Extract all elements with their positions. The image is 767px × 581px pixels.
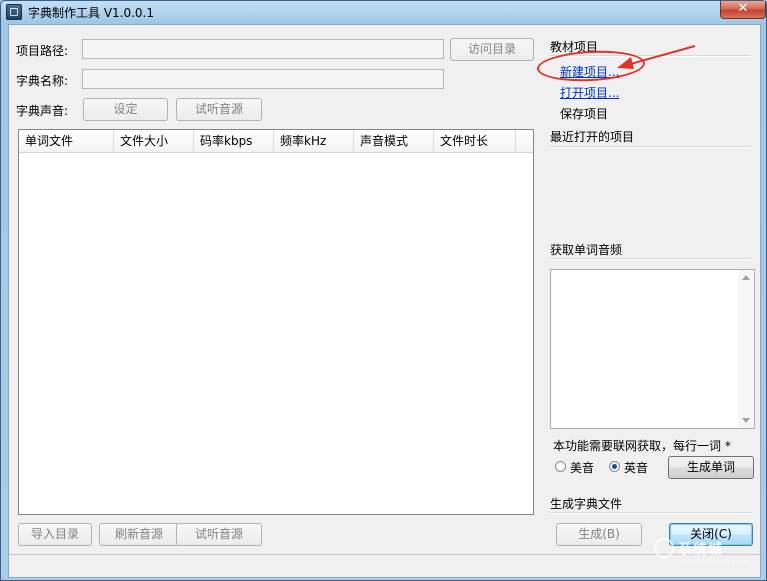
radio-uk[interactable] — [609, 461, 620, 472]
column-word-file[interactable]: 单词文件 — [19, 130, 114, 152]
app-window: 字典制作工具 V1.0.0.1 ✕ 项目路径: 访问目录 字典名称: 字典声音:… — [0, 0, 767, 581]
divider — [550, 512, 751, 514]
client-area: 项目路径: 访问目录 字典名称: 字典声音: 设定 试听音源 单词文件 文件大小… — [8, 24, 761, 555]
column-duration[interactable]: 文件时长 — [434, 130, 516, 152]
title-bar[interactable]: 字典制作工具 V1.0.0.1 ✕ — [1, 1, 766, 23]
watermark-sub: xitongcheng.com — [680, 557, 750, 566]
preview-source-button[interactable]: 试听音源 — [176, 523, 262, 546]
project-path-input[interactable] — [82, 39, 444, 59]
watermark-logo-icon — [654, 538, 674, 558]
dict-sound-label: 字典声音: — [16, 104, 69, 118]
import-dir-button[interactable]: 导入目录 — [18, 523, 92, 546]
word-list-textarea[interactable] — [550, 269, 755, 429]
column-file-size[interactable]: 文件大小 — [114, 130, 194, 152]
fetch-section-title: 获取单词音频 — [550, 243, 623, 257]
scroll-up-icon[interactable] — [742, 275, 750, 280]
scroll-down-icon[interactable] — [742, 418, 750, 423]
column-sound-mode[interactable]: 声音模式 — [354, 130, 434, 152]
column-frequency[interactable]: 频率kHz — [274, 130, 354, 152]
visit-dir-button[interactable]: 访问目录 — [450, 38, 534, 61]
dict-name-input[interactable] — [82, 69, 444, 89]
divider — [550, 146, 751, 148]
dict-name-label: 字典名称: — [16, 74, 69, 88]
recent-section-title: 最近打开的项目 — [550, 130, 635, 144]
gen-dict-section-title: 生成字典文件 — [550, 497, 623, 511]
setup-button[interactable]: 设定 — [83, 98, 168, 121]
network-note: 本功能需要联网获取，每行一词 * — [553, 439, 731, 453]
preview-sound-button[interactable]: 试听音源 — [176, 98, 262, 121]
generate-words-button[interactable]: 生成单词 — [668, 456, 754, 479]
close-icon: ✕ — [737, 1, 749, 16]
generate-button[interactable]: 生成(B) — [556, 523, 642, 546]
radio-us-label[interactable]: 美音 — [570, 459, 594, 476]
watermark-text: 系统城 — [678, 542, 723, 558]
refresh-source-button[interactable]: 刷新音源 — [99, 523, 179, 546]
window-title: 字典制作工具 V1.0.0.1 — [28, 6, 155, 20]
app-icon — [6, 4, 22, 20]
radio-uk-label[interactable]: 英音 — [624, 459, 648, 476]
vertical-scrollbar[interactable] — [738, 270, 754, 428]
list-header: 单词文件 文件大小 码率kbps 频率kHz 声音模式 文件时长 — [19, 130, 533, 153]
project-path-label: 项目路径: — [16, 44, 69, 58]
divider — [550, 258, 751, 260]
watermark: 系统城 xitongcheng.com — [654, 535, 764, 566]
open-project-link[interactable]: 打开项目... — [560, 84, 619, 101]
word-file-list[interactable]: 单词文件 文件大小 码率kbps 频率kHz 声音模式 文件时长 — [18, 129, 534, 515]
close-window-button[interactable]: ✕ — [720, 1, 766, 19]
save-project-item[interactable]: 保存项目 — [560, 105, 608, 122]
status-bar — [8, 554, 761, 578]
radio-us[interactable] — [555, 461, 566, 472]
annotation-arrow-icon — [617, 45, 696, 69]
column-bitrate[interactable]: 码率kbps — [194, 130, 274, 152]
